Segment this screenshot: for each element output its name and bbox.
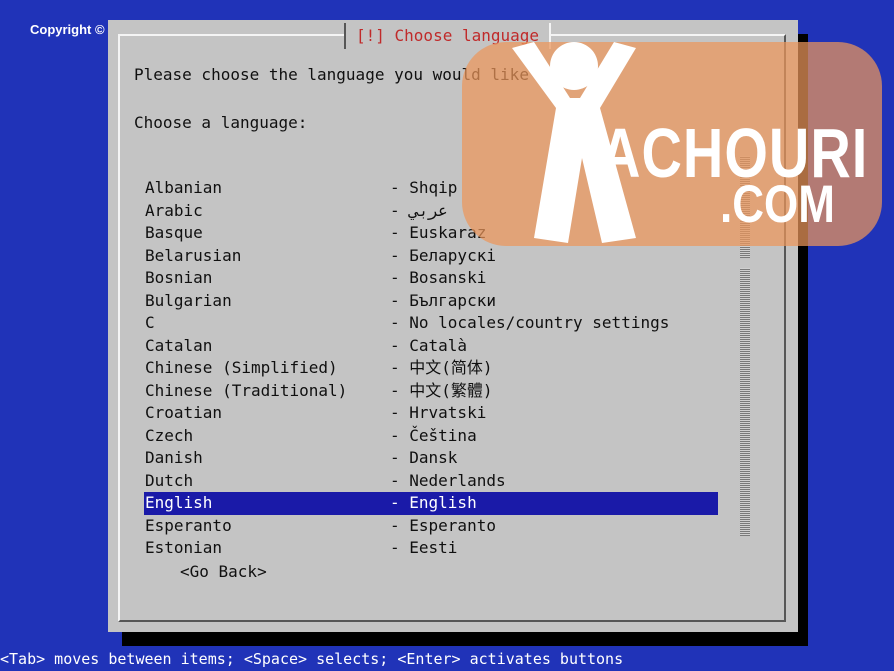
language-native-name: - No locales/country settings	[390, 313, 670, 332]
language-list-label: Choose a language:	[134, 113, 308, 132]
language-native-name: - 中文(繁體)	[390, 380, 493, 400]
language-item[interactable]: Danish - Dansk	[144, 447, 718, 470]
language-name: Czech	[145, 425, 194, 445]
language-name: Danish	[145, 448, 203, 467]
language-name: Bosnian	[145, 268, 213, 287]
language-name: Croatian	[145, 403, 223, 422]
language-native-name: - Esperanto	[390, 515, 496, 535]
language-native-name: - Català	[390, 335, 468, 355]
language-item[interactable]: Chinese (Traditional) - 中文(繁體)	[144, 380, 718, 403]
language-item[interactable]: Chinese (Simplified) - 中文(简体)	[144, 357, 718, 380]
language-native-name: - Bosanski	[390, 268, 487, 287]
language-item[interactable]: Bulgarian - Български	[144, 290, 718, 313]
kachouri-watermark-logo: ACHOURI .COM	[462, 42, 882, 246]
language-native-name: - Hrvatski	[390, 403, 487, 422]
language-item[interactable]: Croatian - Hrvatski	[144, 402, 718, 425]
language-native-name: - Eesti	[390, 538, 458, 557]
language-native-name: - Nederlands	[390, 470, 506, 490]
language-name: Dutch	[145, 470, 194, 490]
language-native-name: - عربي	[390, 200, 448, 220]
keyboard-hint: <Tab> moves between items; <Space> selec…	[0, 650, 624, 668]
language-native-name: - Dansk	[390, 448, 458, 467]
language-native-name: - 中文(简体)	[390, 358, 493, 377]
language-item[interactable]: Bosnian - Bosanski	[144, 267, 718, 290]
language-native-name: - English	[390, 493, 477, 512]
language-name: Chinese (Traditional)	[145, 380, 348, 400]
language-name: Basque	[145, 223, 203, 242]
go-back-button[interactable]: <Go Back>	[180, 562, 267, 581]
language-item[interactable]: Czech - Čeština	[144, 425, 718, 448]
language-name: C	[145, 313, 155, 332]
language-native-name: - Shqip	[390, 178, 458, 197]
watermark-com: .COM	[720, 175, 835, 234]
language-name: English	[145, 493, 213, 512]
language-item[interactable]: Estonian - Eesti	[144, 537, 718, 560]
language-name: Arabic	[145, 200, 203, 220]
language-name: Catalan	[145, 335, 213, 355]
language-name: Belarusian	[145, 245, 242, 265]
language-name: Bulgarian	[145, 290, 232, 310]
language-name: Esperanto	[145, 515, 232, 535]
scrollbar-thumb[interactable]	[740, 268, 750, 536]
language-item[interactable]: C - No locales/country settings	[144, 312, 718, 335]
language-name: Albanian	[145, 178, 223, 197]
language-native-name: - Čeština	[390, 425, 477, 445]
language-name: Estonian	[145, 538, 223, 557]
language-item[interactable]: Catalan - Català	[144, 335, 718, 358]
language-item[interactable]: Esperanto - Esperanto	[144, 515, 718, 538]
language-native-name: - Български	[390, 290, 496, 310]
language-native-name: - Беларускі	[390, 245, 496, 265]
language-item[interactable]: English - English	[144, 492, 718, 515]
language-item[interactable]: Dutch - Nederlands	[144, 470, 718, 493]
language-name: Chinese (Simplified)	[145, 358, 338, 377]
